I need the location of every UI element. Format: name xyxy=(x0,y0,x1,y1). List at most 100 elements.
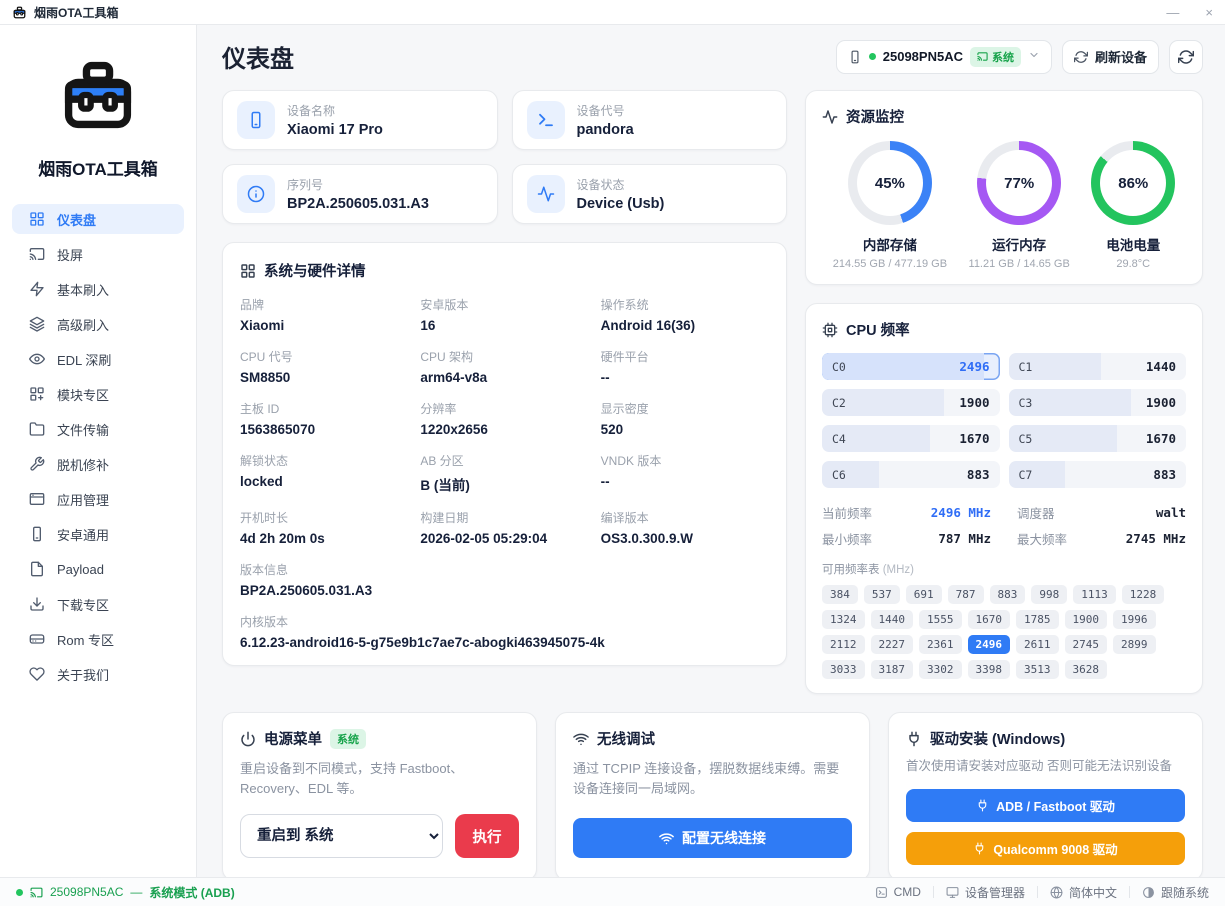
brand-title: 烟雨OTA工具箱 xyxy=(38,155,158,180)
cpu-core-c6[interactable]: C6883 xyxy=(822,461,1000,488)
freq-chip: 691 xyxy=(906,585,942,604)
freq-chip: 3302 xyxy=(919,660,962,679)
freq-chip: 537 xyxy=(864,585,900,604)
cast-icon xyxy=(977,51,988,62)
device-info-grid: 设备名称 Xiaomi 17 Pro 设备代号 pandora 序列号 BP2A… xyxy=(222,90,787,224)
gauge-percent: 86% xyxy=(1100,150,1166,216)
file-icon xyxy=(29,561,45,577)
cast-icon xyxy=(29,246,45,262)
cpu-core-c3[interactable]: C31900 xyxy=(1009,389,1187,416)
resource-gauge: 45% 内部存储 214.55 GB / 477.19 GB xyxy=(833,141,947,270)
online-dot xyxy=(869,53,876,60)
phone-icon xyxy=(237,101,275,139)
reload-page-button[interactable] xyxy=(1169,40,1203,74)
cpu-stat: 最大频率2745 MHz xyxy=(1017,529,1186,548)
details-title: 系统与硬件详情 xyxy=(264,260,366,281)
freq-chip: 3398 xyxy=(968,660,1011,679)
cpu-frequency-card: CPU 频率 C02496 C11440 C21900 C31900 C4167… xyxy=(805,303,1203,694)
grid-icon xyxy=(240,263,256,279)
execute-button[interactable]: 执行 xyxy=(455,814,519,858)
refresh-icon xyxy=(1074,50,1088,64)
cpu-core-c0[interactable]: C02496 xyxy=(822,353,1000,380)
detail-field: 显示密度520 xyxy=(601,400,769,437)
titlebar: 烟雨OTA工具箱 — × xyxy=(0,0,1225,25)
wireless-desc: 通过 TCPIP 连接设备，摆脱数据线束缚。需要设备连接同一局域网。 xyxy=(573,759,852,799)
sidebar-item-6[interactable]: 模块专区 xyxy=(12,379,184,409)
sidebar-item-7[interactable]: 文件传输 xyxy=(12,414,184,444)
flash-icon xyxy=(29,281,45,297)
sidebar-item-12[interactable]: 下载专区 xyxy=(12,589,184,619)
sidebar-item-8[interactable]: 脱机修补 xyxy=(12,449,184,479)
freq-chip: 2899 xyxy=(1113,635,1156,654)
plug-icon xyxy=(976,799,989,812)
refresh-devices-button[interactable]: 刷新设备 xyxy=(1062,40,1159,74)
info-card: 设备代号 pandora xyxy=(512,90,788,150)
freq-chip: 384 xyxy=(822,585,858,604)
statusbar-item-3[interactable]: 简体中文 xyxy=(1050,884,1117,901)
sidebar-item-2[interactable]: 投屏 xyxy=(12,239,184,269)
freq-chip: 2496 xyxy=(968,635,1011,654)
cpu-core-c2[interactable]: C21900 xyxy=(822,389,1000,416)
modules-icon xyxy=(29,386,45,402)
app-title: 烟雨OTA工具箱 xyxy=(34,4,118,21)
cpu-core-c5[interactable]: C51670 xyxy=(1009,425,1187,452)
minimize-button[interactable]: — xyxy=(1166,6,1179,19)
info-value: pandora xyxy=(577,122,634,138)
toolbox-icon xyxy=(12,5,27,20)
freq-chip: 3628 xyxy=(1065,660,1108,679)
sidebar-item-1[interactable]: 仪表盘 xyxy=(12,204,184,234)
statusbar-mode: 系统模式 (ADB) xyxy=(149,884,234,901)
freq-chip: 1670 xyxy=(968,610,1011,629)
cpu-stat: 当前频率2496 MHz xyxy=(822,503,991,522)
freq-chip: 1113 xyxy=(1073,585,1116,604)
gauge-label: 电池电量 xyxy=(1106,234,1160,254)
configure-wireless-button[interactable]: 配置无线连接 xyxy=(573,818,852,858)
sidebar-item-13[interactable]: Rom 专区 xyxy=(12,624,184,654)
power-title: 电源菜单 xyxy=(264,728,322,749)
cpu-core-c7[interactable]: C7883 xyxy=(1009,461,1187,488)
sidebar-item-5[interactable]: EDL 深刷 xyxy=(12,344,184,374)
sidebar-item-14[interactable]: 关于我们 xyxy=(12,659,184,689)
freq-chip: 1996 xyxy=(1113,610,1156,629)
driver-install-card: 驱动安装 (Windows) 首次使用请安装对应驱动 否则可能无法识别设备 AD… xyxy=(888,712,1203,877)
close-button[interactable]: × xyxy=(1205,6,1213,19)
driver-button-2[interactable]: Qualcomm 9008 驱动 xyxy=(906,832,1185,865)
reboot-target-select[interactable]: 重启到 系统 xyxy=(240,814,443,858)
theme-icon xyxy=(1142,886,1155,899)
activity-icon xyxy=(822,109,838,125)
gauge-percent: 45% xyxy=(857,150,923,216)
mode-badge: 系统 xyxy=(970,47,1021,67)
cpu-core-c1[interactable]: C11440 xyxy=(1009,353,1187,380)
statusbar-item-2[interactable]: 设备管理器 xyxy=(946,884,1025,901)
sidebar-item-3[interactable]: 基本刷入 xyxy=(12,274,184,304)
phone-icon xyxy=(29,526,45,542)
resource-gauge: 86% 电池电量 29.8°C xyxy=(1091,141,1175,270)
freq-chip: 1785 xyxy=(1016,610,1059,629)
statusbar-item-4[interactable]: 跟随系统 xyxy=(1142,884,1209,901)
detail-field: 操作系统Android 16(36) xyxy=(601,296,769,333)
statusbar-item-1[interactable]: CMD xyxy=(875,885,921,899)
device-selector[interactable]: 25098PN5AC 系统 xyxy=(836,40,1052,74)
chevron-down-icon xyxy=(1028,49,1040,64)
freq-chip: 3513 xyxy=(1016,660,1059,679)
sidebar-item-4[interactable]: 高级刷入 xyxy=(12,309,184,339)
freq-chip: 998 xyxy=(1031,585,1067,604)
freq-table-label: 可用频率表 (MHz) xyxy=(822,561,1186,577)
cpu-stat: 最小频率787 MHz xyxy=(822,529,991,548)
info-value: Device (Usb) xyxy=(577,196,665,212)
info-value: Xiaomi 17 Pro xyxy=(287,122,383,138)
detail-field: 主板 ID1563865070 xyxy=(240,400,408,437)
freq-chip: 1324 xyxy=(822,610,865,629)
detail-field: AB 分区B (当前) xyxy=(420,452,588,494)
sidebar-item-11[interactable]: Payload xyxy=(12,554,184,584)
cpu-core-c4[interactable]: C41670 xyxy=(822,425,1000,452)
gauge-detail: 11.21 GB / 14.65 GB xyxy=(969,258,1070,270)
online-dot xyxy=(16,889,23,896)
detail-field: 构建日期2026-02-05 05:29:04 xyxy=(420,509,588,546)
sidebar-item-9[interactable]: 应用管理 xyxy=(12,484,184,514)
driver-button-1[interactable]: ADB / Fastboot 驱动 xyxy=(906,789,1185,822)
wireless-debug-card: 无线调试 通过 TCPIP 连接设备，摆脱数据线束缚。需要设备连接同一局域网。 … xyxy=(555,712,870,877)
statusbar-device-status: 25098PN5AC — 系统模式 (ADB) xyxy=(16,884,235,901)
sidebar-item-10[interactable]: 安卓通用 xyxy=(12,519,184,549)
info-card: 设备状态 Device (Usb) xyxy=(512,164,788,224)
